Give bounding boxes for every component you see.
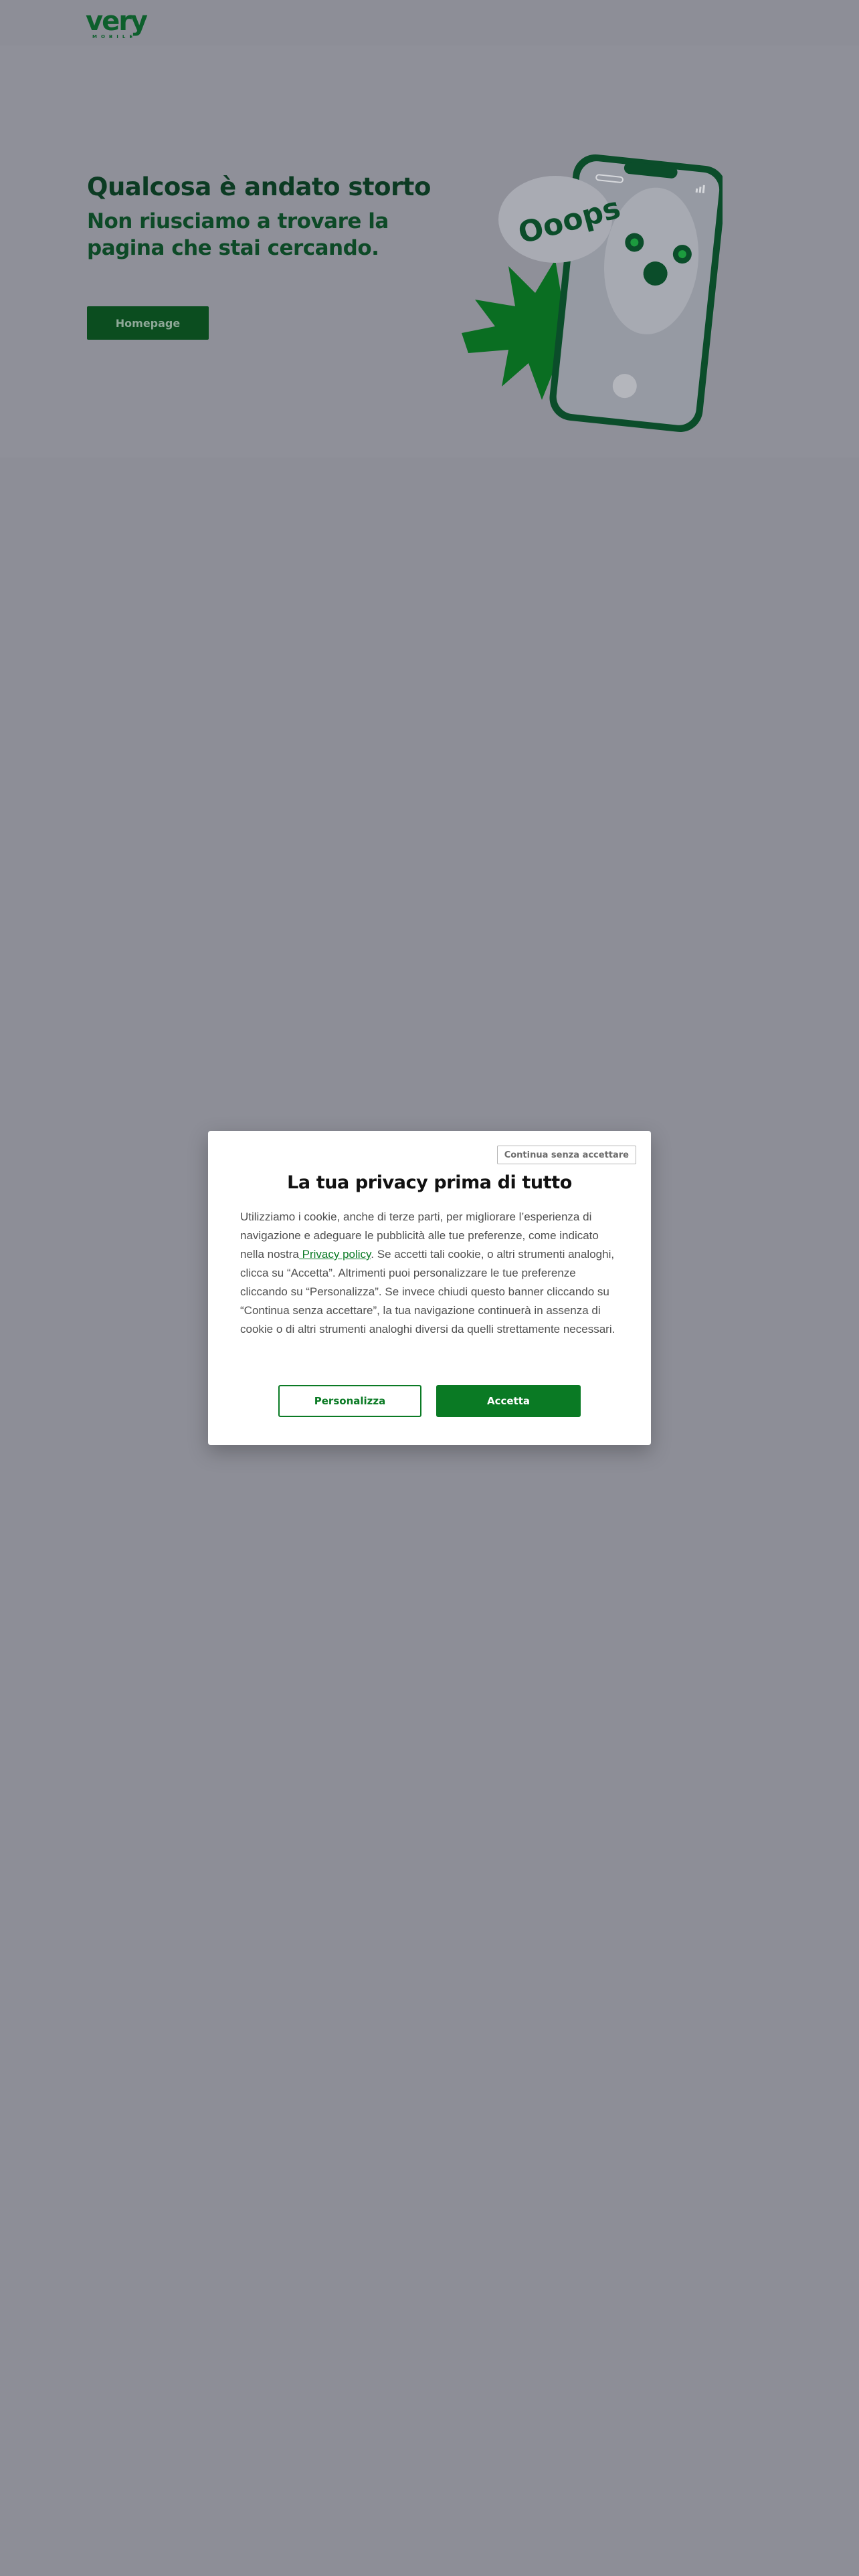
logo-subtext: MOBILE [92,34,137,39]
customize-button[interactable]: Personalizza [278,1385,421,1417]
page: very MOBILE Qualcosa è andato storto Non… [0,0,859,2576]
accept-button[interactable]: Accetta [436,1385,581,1417]
homepage-button[interactable]: Homepage [87,306,209,340]
site-header: very MOBILE [0,0,859,45]
privacy-policy-link[interactable]: Privacy policy [299,1248,371,1261]
cookie-text-part-2: . Se accetti tali cookie, o altri strume… [240,1248,615,1335]
error-subtitle: Non riusciamo a trovare la pagina che st… [87,209,389,260]
cookie-dialog-text: Utilizziamo i cookie, anche di terze par… [240,1208,620,1339]
cookie-dialog-title: La tua privacy prima di tutto [287,1172,572,1193]
error-hero: Qualcosa è andato storto Non riusciamo a… [0,45,859,457]
logo-wordmark: very [86,6,148,37]
error-title: Qualcosa è andato storto [87,173,431,201]
continue-without-accepting-button[interactable]: Continua senza accettare [496,1146,636,1164]
very-mobile-logo[interactable]: very MOBILE [86,7,153,40]
ooops-phone-illustration: Ooops [462,154,723,432]
cookie-consent-dialog: Continua senza accettare La tua privacy … [208,1131,651,1445]
